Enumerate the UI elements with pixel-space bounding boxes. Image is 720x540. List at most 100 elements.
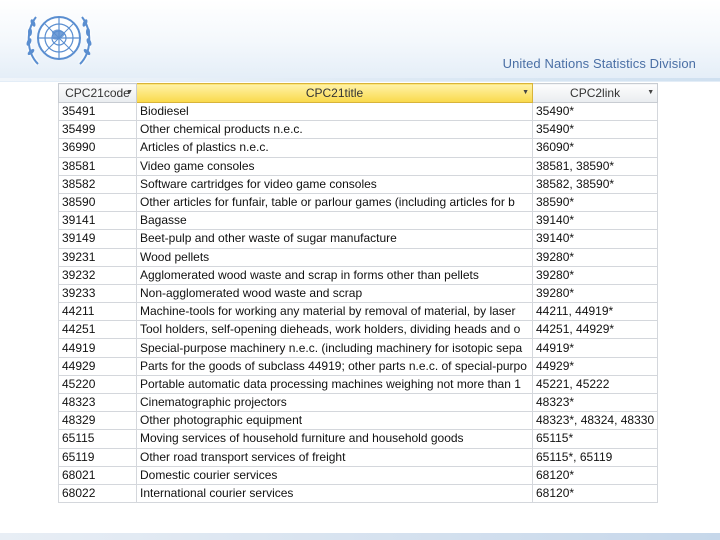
cell-title[interactable]: Domestic courier services [136,465,533,485]
filter-dropdown-icon[interactable]: ▼ [522,89,529,96]
cell-title[interactable]: Software cartridges for video game conso… [136,174,533,194]
cell-link[interactable]: 44919* [531,338,659,358]
cell-code[interactable]: 48323 [58,392,137,413]
cell-code[interactable]: 44919 [58,338,137,358]
cell-title[interactable]: Cinematographic projectors [136,392,533,413]
cell-link[interactable]: 39280* [531,247,659,267]
cell-link[interactable]: 44211, 44919* [531,302,659,322]
cell-title[interactable]: Wood pellets [136,247,533,267]
table-row: 38590 Other articles for funfair, table … [58,192,659,213]
table-row: 39149 Beet-pulp and other waste of sugar… [58,229,659,249]
cell-title[interactable]: Machine-tools for working any material b… [136,302,533,322]
cell-title[interactable]: Other articles for funfair, table or par… [136,192,533,213]
table-row: 38582 Software cartridges for video game… [58,174,659,194]
cell-title[interactable]: Special-purpose machinery n.e.c. (includ… [136,338,533,358]
table-row: 45220 Portable automatic data processing… [58,374,659,395]
cell-code[interactable]: 39232 [58,265,137,285]
cell-code[interactable]: 38590 [58,192,137,213]
cell-link[interactable]: 45221, 45222 [531,374,659,395]
cell-code[interactable]: 38582 [58,174,137,194]
cell-code[interactable]: 65119 [58,447,137,467]
column-header-cpc2link[interactable]: CPC2link ▼ [531,83,659,103]
cell-code[interactable]: 68021 [58,465,137,485]
cell-link[interactable]: 65115* [531,429,659,449]
cell-title[interactable]: Other chemical products n.e.c. [136,120,533,140]
cell-title[interactable]: Bagasse [136,211,533,231]
cell-title[interactable]: Agglomerated wood waste and scrap in for… [136,265,533,285]
cell-title[interactable]: Beet-pulp and other waste of sugar manuf… [136,229,533,249]
cell-title[interactable]: Non-agglomerated wood waste and scrap [136,283,533,304]
cell-link[interactable]: 68120* [531,483,659,504]
cell-link[interactable]: 38590* [531,192,659,213]
footer-divider [0,533,720,540]
cell-title[interactable]: Articles of plastics n.e.c. [136,138,533,158]
cell-code[interactable]: 38581 [58,156,137,176]
cell-link[interactable]: 36090* [531,138,659,158]
column-header-label: CPC21code [65,86,130,100]
column-header-label: CPC2link [570,86,621,100]
cell-code[interactable]: 48329 [58,411,137,431]
table-row: 39232 Agglomerated wood waste and scrap … [58,265,659,285]
cell-link[interactable]: 35490* [531,101,659,122]
cell-code[interactable]: 45220 [58,374,137,395]
cell-code[interactable]: 44211 [58,302,137,322]
column-header-cpc21title[interactable]: CPC21title ▼ [136,83,533,103]
cell-link[interactable]: 44929* [531,356,659,376]
cell-link[interactable]: 39280* [531,265,659,285]
table-row: 39231 Wood pellets 39280* [58,247,659,267]
cell-link[interactable]: 39140* [531,211,659,231]
table-row: 65119 Other road transport services of f… [58,447,659,467]
table-row: 48329 Other photographic equipment 48323… [58,411,659,431]
cell-code[interactable]: 39233 [58,283,137,304]
cell-title[interactable]: Portable automatic data processing machi… [136,374,533,395]
table-row: 44929 Parts for the goods of subclass 44… [58,356,659,376]
table-row: 68021 Domestic courier services 68120* [58,465,659,485]
table-header-row: CPC21code ▼ CPC21title ▼ CPC2link ▼ [58,83,659,103]
cell-link[interactable]: 39280* [531,283,659,304]
cell-link[interactable]: 38582, 38590* [531,174,659,194]
column-header-label: CPC21title [305,86,364,100]
cell-title[interactable]: Biodiesel [136,101,533,122]
table-row: 35499 Other chemical products n.e.c. 354… [58,120,659,140]
cell-title[interactable]: Other road transport services of freight [136,447,533,467]
cell-link[interactable]: 38581, 38590* [531,156,659,176]
table-row: 35491 Biodiesel 35490* [58,101,659,122]
un-emblem-logo [26,15,92,66]
cell-code[interactable]: 39231 [58,247,137,267]
table-row: 36990 Articles of plastics n.e.c. 36090* [58,138,659,158]
table-row: 44919 Special-purpose machinery n.e.c. (… [58,338,659,358]
cell-title[interactable]: Video game consoles [136,156,533,176]
cell-link[interactable]: 39140* [531,229,659,249]
cell-title[interactable]: Other photographic equipment [136,411,533,431]
cell-code[interactable]: 65115 [58,429,137,449]
table-row: 44251 Tool holders, self-opening diehead… [58,320,659,340]
cell-code[interactable]: 39149 [58,229,137,249]
cell-code[interactable]: 35491 [58,101,137,122]
cell-code[interactable]: 36990 [58,138,137,158]
cell-link[interactable]: 48323*, 48324, 48330 [531,411,659,431]
column-header-cpc21code[interactable]: CPC21code ▼ [58,83,137,103]
cell-code[interactable]: 35499 [58,120,137,140]
cell-title[interactable]: Moving services of household furniture a… [136,429,533,449]
spreadsheet-table: CPC21code ▼ CPC21title ▼ CPC2link ▼ 3549… [58,83,659,504]
cell-link[interactable]: 68120* [531,465,659,485]
table-row: 39233 Non-agglomerated wood waste and sc… [58,283,659,304]
cell-code[interactable]: 44251 [58,320,137,340]
cell-code[interactable]: 44929 [58,356,137,376]
table-row: 48323 Cinematographic projectors 48323* [58,392,659,413]
cell-title[interactable]: Parts for the goods of subclass 44919; o… [136,356,533,376]
cell-title[interactable]: Tool holders, self-opening dieheads, wor… [136,320,533,340]
cell-link[interactable]: 35490* [531,120,659,140]
cell-link[interactable]: 65115*, 65119 [531,447,659,467]
filter-dropdown-icon[interactable]: ▼ [647,89,654,96]
cell-code[interactable]: 39141 [58,211,137,231]
cell-title[interactable]: International courier services [136,483,533,504]
header-divider [0,78,720,81]
table-row: 68022 International courier services 681… [58,483,659,504]
cell-link[interactable]: 44251, 44929* [531,320,659,340]
cell-code[interactable]: 68022 [58,483,137,504]
filter-dropdown-icon[interactable]: ▼ [126,89,133,96]
table-row: 39141 Bagasse 39140* [58,211,659,231]
cell-link[interactable]: 48323* [531,392,659,413]
table-row: 38581 Video game consoles 38581, 38590* [58,156,659,176]
